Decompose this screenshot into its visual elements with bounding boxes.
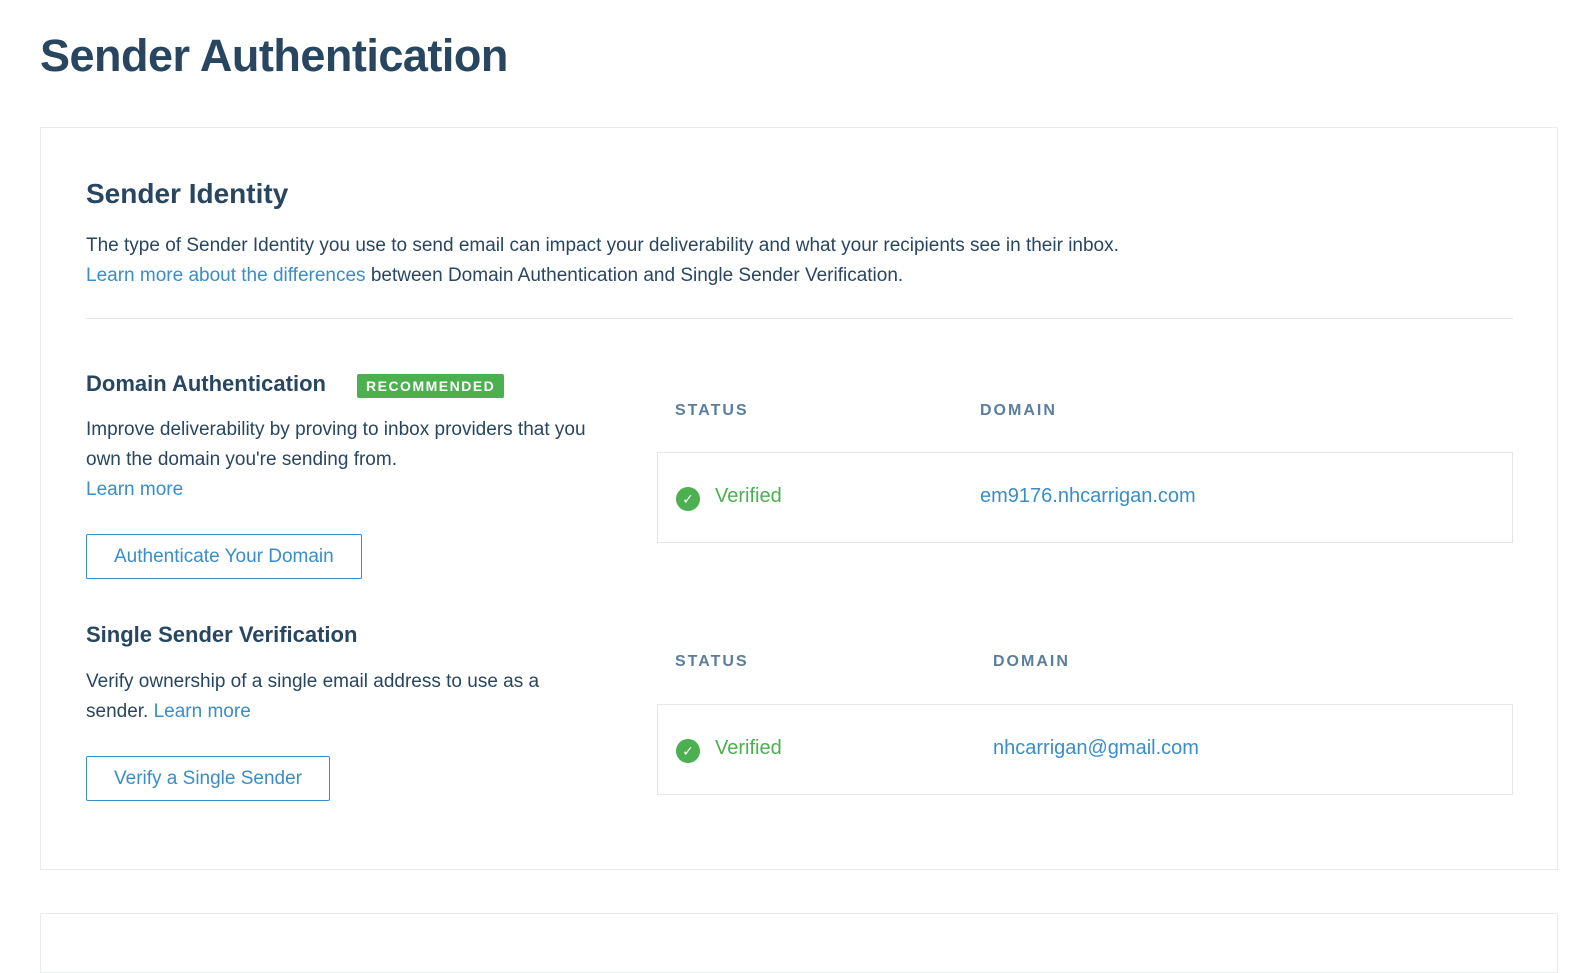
single-sender-table-row: ✓ Verified nhcarrigan@gmail.com xyxy=(657,704,1513,795)
single-sender-title: Single Sender Verification xyxy=(86,622,358,647)
single-sender-domain-header: DOMAIN xyxy=(993,653,1070,670)
domain-auth-learn-more-link[interactable]: Learn more xyxy=(86,479,183,500)
domain-auth-domain-header: DOMAIN xyxy=(980,402,1057,419)
authenticate-domain-button[interactable]: Authenticate Your Domain xyxy=(86,534,362,579)
single-sender-status-header: STATUS xyxy=(675,653,749,670)
domain-auth-table-row: ✓ Verified em9176.nhcarrigan.com xyxy=(657,452,1513,543)
domain-auth-status-header: STATUS xyxy=(675,402,749,419)
sender-identity-card: Sender Identity The type of Sender Ident… xyxy=(40,127,1558,870)
check-circle-icon: ✓ xyxy=(676,739,700,763)
domain-auth-domain-link[interactable]: em9176.nhcarrigan.com xyxy=(980,485,1196,508)
single-sender-email-link[interactable]: nhcarrigan@gmail.com xyxy=(993,737,1199,760)
single-sender-status: Verified xyxy=(715,737,782,759)
intro-text-line1: The type of Sender Identity you use to s… xyxy=(86,235,1119,256)
intro-text-line2: between Domain Authentication and Single… xyxy=(365,265,904,286)
single-sender-learn-more-link[interactable]: Learn more xyxy=(154,701,251,722)
single-sender-description: Verify ownership of a single email addre… xyxy=(86,667,566,727)
domain-auth-desc-text: Improve deliverability by proving to inb… xyxy=(86,419,586,470)
recommended-badge: RECOMMENDED xyxy=(357,374,505,398)
page-title: Sender Authentication xyxy=(40,30,508,81)
learn-more-differences-link[interactable]: Learn more about the differences xyxy=(86,265,366,286)
domain-auth-status: Verified xyxy=(715,485,782,507)
divider xyxy=(86,318,1513,319)
domain-authentication-description: Improve deliverability by proving to inb… xyxy=(86,415,586,505)
check-circle-icon: ✓ xyxy=(676,487,700,511)
sender-identity-intro: The type of Sender Identity you use to s… xyxy=(86,231,1486,291)
sender-identity-title: Sender Identity xyxy=(86,178,289,209)
next-card xyxy=(40,913,1558,973)
verify-single-sender-button[interactable]: Verify a Single Sender xyxy=(86,756,331,801)
domain-authentication-title: Domain Authentication xyxy=(86,371,326,396)
